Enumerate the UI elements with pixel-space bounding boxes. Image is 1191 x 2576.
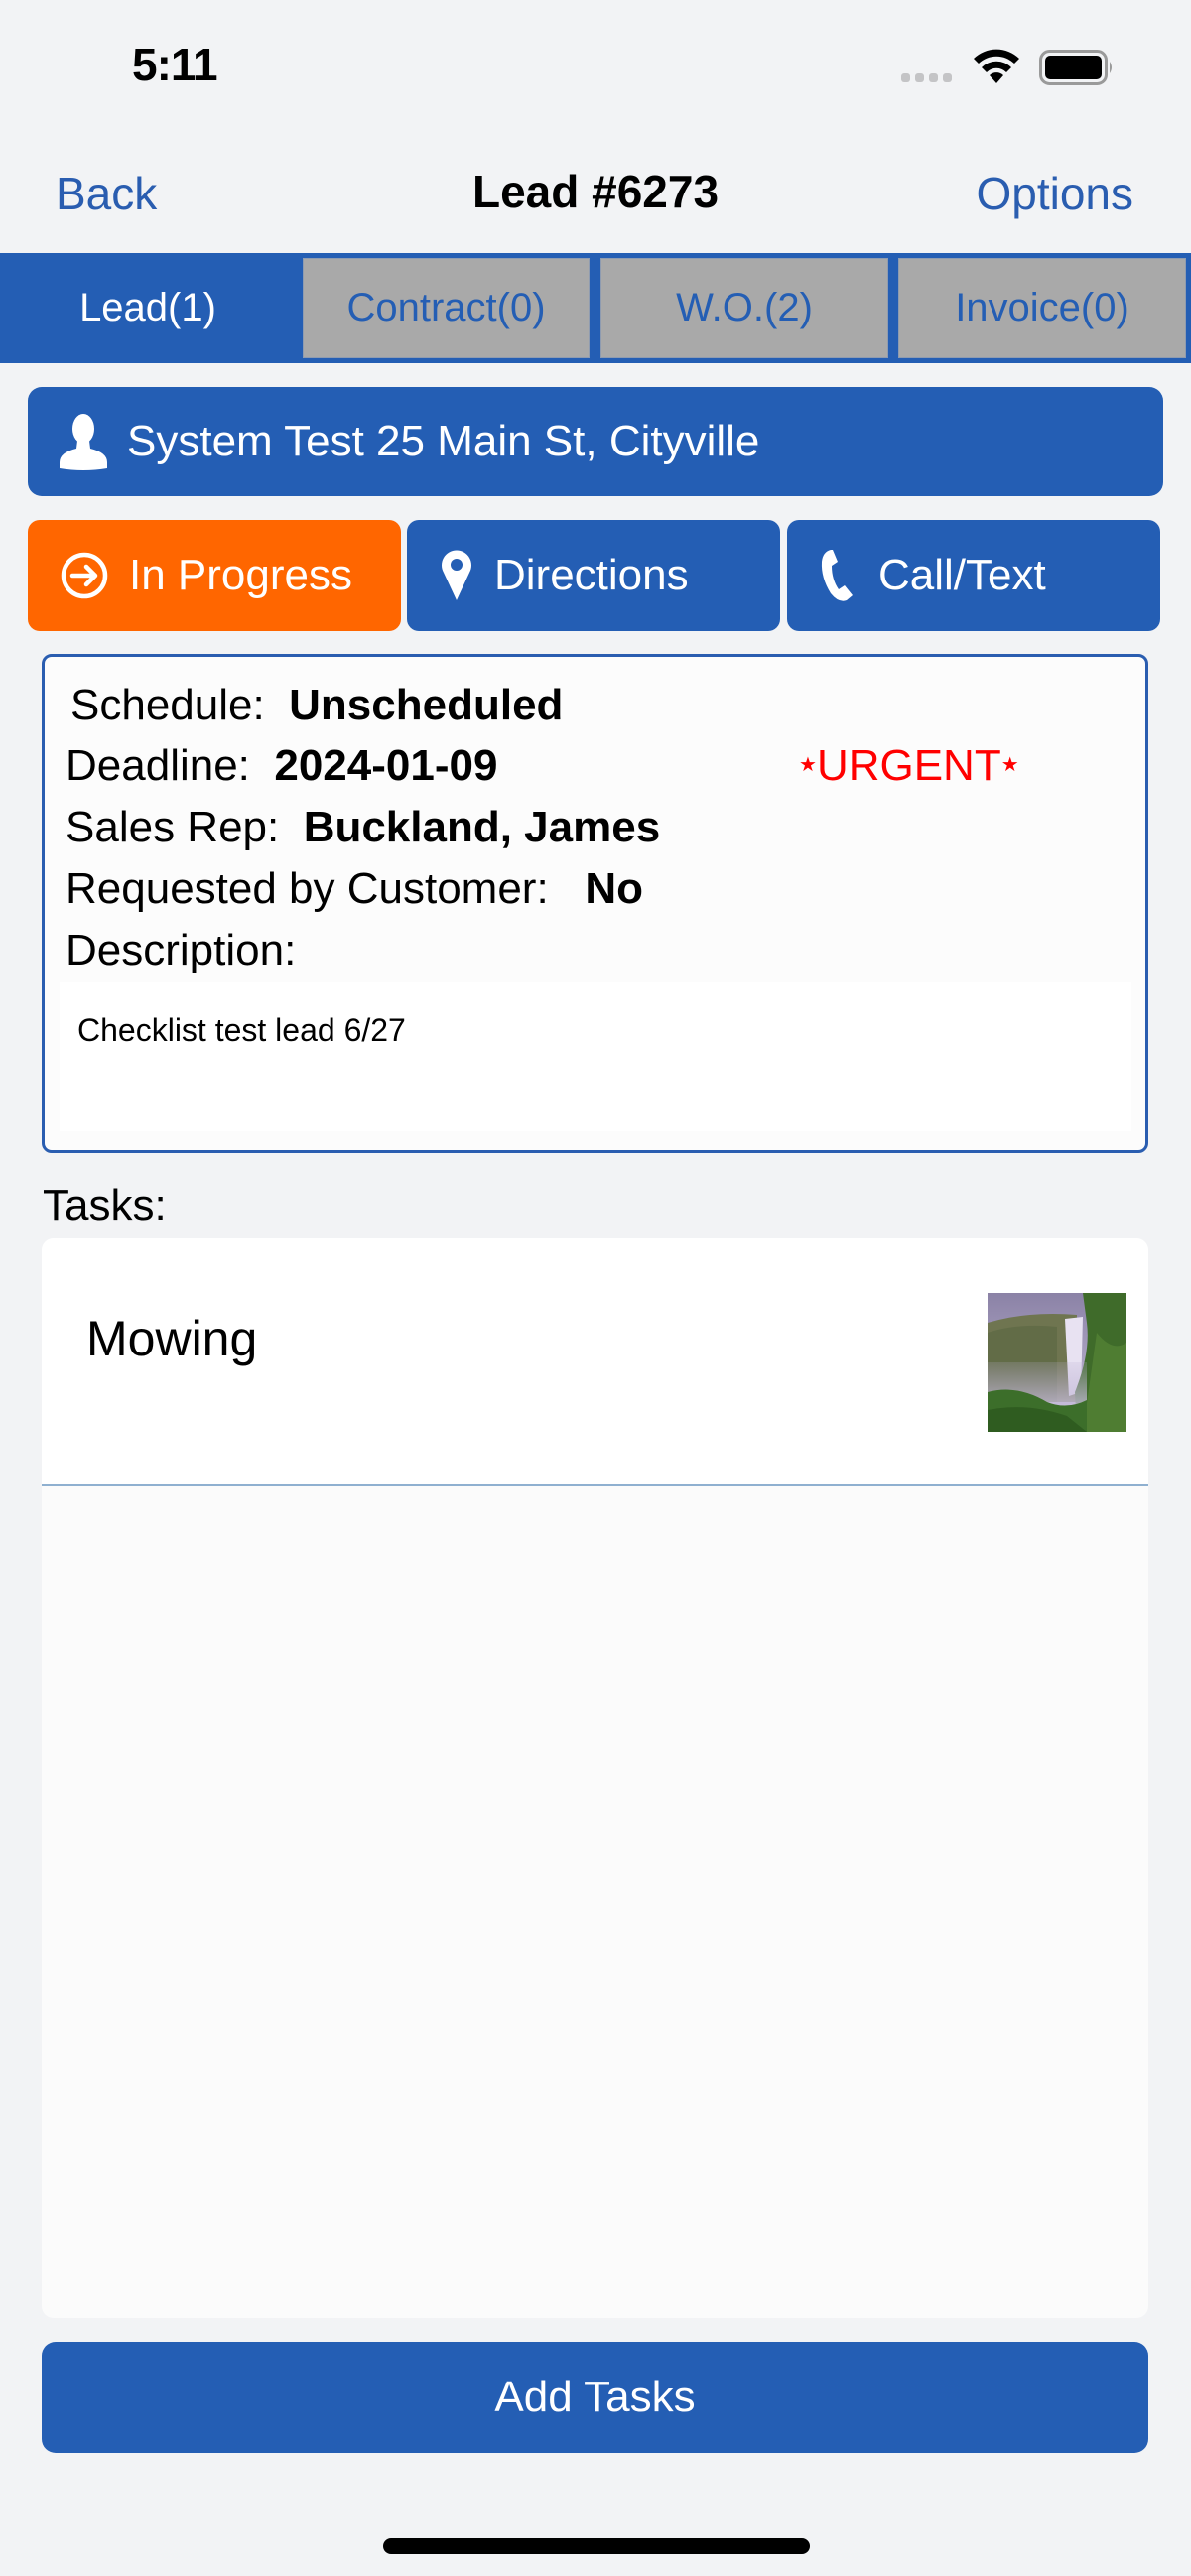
directions-label: Directions: [494, 551, 689, 599]
tab-work-order[interactable]: W.O.(2): [600, 258, 888, 358]
description-text: Checklist test lead 6/27: [77, 1012, 406, 1048]
task-thumbnail-image[interactable]: [988, 1293, 1126, 1432]
lead-info-card: Schedule: Unscheduled Deadline: 2024-01-…: [42, 654, 1148, 1153]
requested-row: Requested by Customer: No: [66, 864, 643, 914]
wifi-icon: [974, 49, 1019, 83]
task-name: Mowing: [86, 1311, 258, 1366]
deadline-value: 2024-01-09: [274, 741, 498, 790]
call-text-button[interactable]: Call/Text: [787, 520, 1160, 631]
requested-label: Requested by Customer:: [66, 864, 549, 913]
status-in-progress-button[interactable]: In Progress: [28, 520, 401, 631]
sales-rep-label: Sales Rep:: [66, 803, 280, 851]
options-button[interactable]: Options: [976, 167, 1133, 220]
battery-icon: [1039, 50, 1112, 85]
deadline-label: Deadline:: [66, 741, 250, 790]
person-icon: [60, 414, 107, 470]
requested-value: No: [585, 864, 644, 913]
sales-rep-row: Sales Rep: Buckland, James: [66, 803, 660, 852]
tab-bar: Lead(1) Contract(0) W.O.(2) Invoice(0): [0, 253, 1191, 363]
star-icon: ★: [799, 753, 817, 776]
status-time: 5:11: [132, 39, 218, 90]
customer-address-text: System Test 25 Main St, Cityville: [127, 417, 760, 465]
phone-icon: [821, 550, 853, 601]
tasks-label: Tasks:: [43, 1181, 167, 1229]
task-row[interactable]: Mowing: [42, 1238, 1148, 1486]
tab-lead[interactable]: Lead(1): [0, 258, 296, 358]
add-tasks-button[interactable]: Add Tasks: [42, 2342, 1148, 2453]
deadline-row: Deadline: 2024-01-09: [66, 741, 497, 791]
directions-button[interactable]: Directions: [407, 520, 780, 631]
description-label: Description:: [66, 926, 297, 974]
tasks-list: Mowing: [42, 1238, 1148, 2318]
cellular-signal-icon: [901, 73, 952, 82]
status-label: In Progress: [129, 551, 352, 599]
waterfall-photo-icon: [988, 1293, 1126, 1432]
map-pin-icon: [442, 550, 471, 600]
urgent-label: URGENT: [816, 741, 1001, 790]
schedule-value: Unscheduled: [289, 681, 564, 729]
urgent-badge: ★URGENT★: [799, 741, 1019, 791]
tab-contract[interactable]: Contract(0): [303, 258, 590, 358]
customer-address-button[interactable]: System Test 25 Main St, Cityville: [28, 387, 1163, 496]
star-icon: ★: [1000, 753, 1019, 776]
tab-invoice[interactable]: Invoice(0): [898, 258, 1186, 358]
sales-rep-value: Buckland, James: [303, 803, 661, 851]
call-text-label: Call/Text: [878, 551, 1046, 599]
schedule-row: Schedule: Unscheduled: [70, 681, 563, 730]
arrow-circle-right-icon: [61, 552, 108, 599]
home-indicator[interactable]: [383, 2538, 810, 2554]
schedule-label: Schedule:: [70, 681, 265, 729]
description-field: Checklist test lead 6/27: [60, 982, 1131, 1131]
